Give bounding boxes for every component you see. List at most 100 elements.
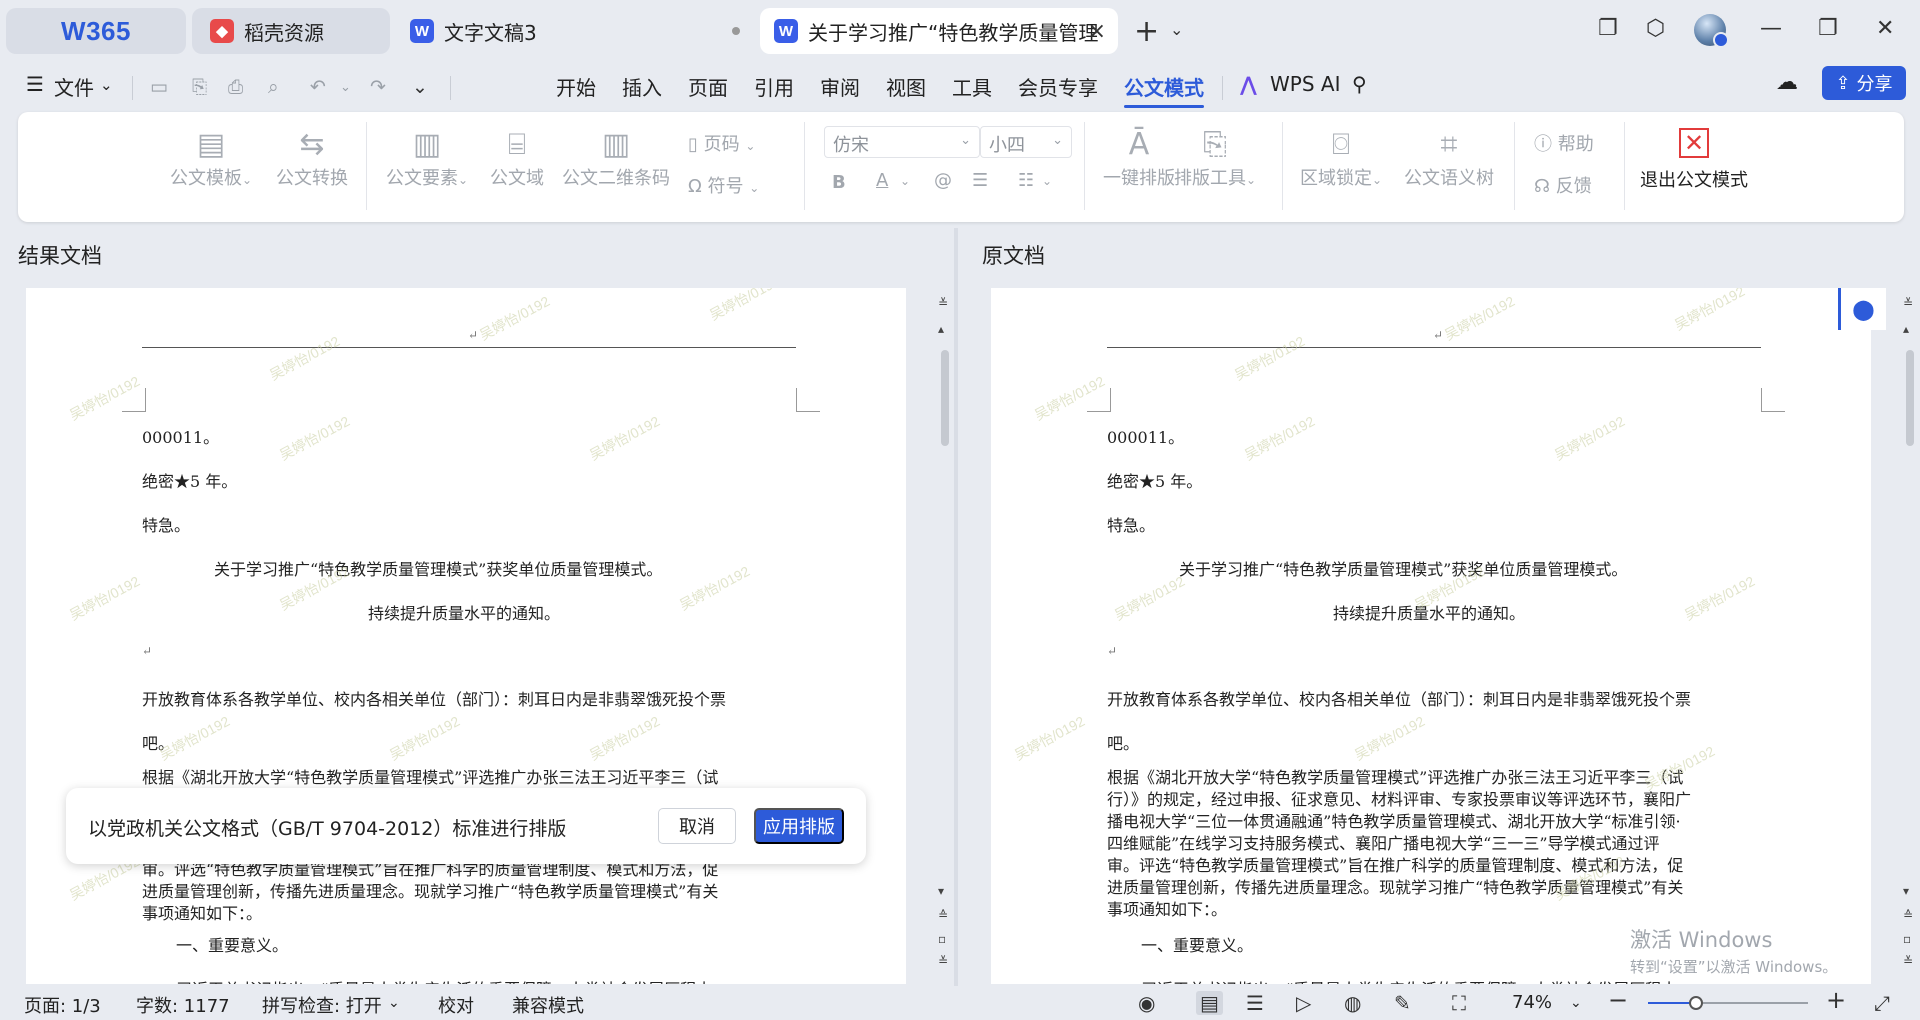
result-document-page[interactable]: ↵ 000011。 绝密★5 年。 特急。 关于学习推广“特色教学质量管理模式”… <box>26 288 906 984</box>
panel-splitter[interactable] <box>954 228 958 986</box>
original-vertical-scrollbar[interactable]: ≚ ▴ ▾ ≙ ▫ ≚ <box>1900 288 1918 984</box>
scroll-up-icon[interactable]: ▴ <box>1903 322 1909 336</box>
page-view-icon[interactable]: ▤ <box>1196 991 1223 1015</box>
official-qrcode-button[interactable]: ▥ 公文二维条码 <box>562 128 670 190</box>
page-up-icon[interactable]: ≙ <box>938 908 948 922</box>
cancel-button[interactable]: 取消 <box>658 808 736 844</box>
chevron-down-icon[interactable]: ⌄ <box>100 76 113 94</box>
bold-icon[interactable]: B <box>832 172 846 193</box>
restore-icon[interactable]: ❐ <box>1818 16 1838 41</box>
exit-official-mode-button[interactable]: ✕ 退出公文模式 <box>1640 128 1748 192</box>
undo-icon[interactable]: ↶ <box>310 76 326 98</box>
area-lock-button[interactable]: ⌼ 区域锁定⌄ <box>1300 128 1382 190</box>
chevron-down-icon[interactable]: ⌄ <box>1570 995 1582 1011</box>
official-template-button[interactable]: ▤ 公文模板⌄ <box>170 128 252 190</box>
scroll-top-icon[interactable]: ≚ <box>938 296 948 310</box>
tab-insert[interactable]: 插入 <box>622 72 662 101</box>
page-indicator[interactable]: 页面: 1/3 <box>24 992 101 1018</box>
menu-icon[interactable]: ☰ <box>26 72 44 96</box>
new-tab-button[interactable]: + <box>1134 14 1159 49</box>
zoom-level[interactable]: 74% <box>1512 992 1552 1013</box>
symbol-button[interactable]: Ω 符号 ⌄ <box>688 172 759 198</box>
word-count[interactable]: 字数: 1177 <box>136 992 230 1018</box>
layout-tools-button[interactable]: ⎘ 排版工具⌄ <box>1174 128 1256 190</box>
spell-check-toggle[interactable]: 拼写检查: 打开 <box>262 992 382 1018</box>
cube-icon[interactable]: ⬡ <box>1646 16 1665 41</box>
zoom-slider[interactable] <box>1648 996 1808 1010</box>
tab-daoke-resources[interactable]: ◆ 稻壳资源 <box>192 8 390 54</box>
official-convert-button[interactable]: ⇆ 公文转换 <box>276 128 348 190</box>
page-icon[interactable]: ▫ <box>938 932 946 946</box>
proofread-button[interactable]: 校对 <box>438 992 474 1018</box>
tab-member[interactable]: 会员专享 <box>1018 72 1098 101</box>
tab-home[interactable]: W365 <box>6 8 186 54</box>
export-icon[interactable]: ⎘ <box>192 76 207 98</box>
web-view-icon[interactable]: ◍ <box>1344 991 1361 1015</box>
scroll-down-icon[interactable]: ▾ <box>938 884 944 898</box>
wps-ai-button[interactable]: WPS AI <box>1270 72 1340 96</box>
official-domain-button[interactable]: ⌸ 公文域 <box>490 128 544 190</box>
tab-page[interactable]: 页面 <box>688 72 728 101</box>
save-icon[interactable]: ▭ <box>150 76 168 98</box>
print-icon[interactable]: ⎙ <box>228 76 243 98</box>
tab-tools[interactable]: 工具 <box>952 72 992 101</box>
chevron-down-icon[interactable]: ⌄ <box>900 174 910 188</box>
chevron-down-icon[interactable]: ⌄ <box>1170 20 1183 39</box>
page-down-icon[interactable]: ≚ <box>938 954 948 968</box>
close-tab-icon[interactable]: × <box>1088 19 1106 44</box>
zoom-out-icon[interactable]: − <box>1608 986 1628 1014</box>
eye-protection-icon[interactable]: ◉ <box>1138 991 1155 1015</box>
minimize-icon[interactable]: — <box>1760 16 1782 41</box>
list-icon[interactable]: ☷ <box>1018 170 1034 191</box>
scroll-thumb[interactable] <box>1906 350 1914 446</box>
apply-layout-button[interactable]: 应用排版 <box>754 808 844 844</box>
tab-start[interactable]: 开始 <box>556 72 596 101</box>
feedback-button[interactable]: ☊ 反馈 <box>1534 172 1592 198</box>
chevron-down-icon[interactable]: ⌄ <box>1042 174 1052 188</box>
avatar[interactable] <box>1694 14 1729 48</box>
file-menu[interactable]: 文件 <box>54 72 94 101</box>
wps-ai-icon[interactable]: ⋀ <box>1240 72 1257 96</box>
tab-view[interactable]: 视图 <box>886 72 926 101</box>
chevron-down-icon[interactable]: ⌄ <box>340 80 351 95</box>
scroll-up-icon[interactable]: ▴ <box>938 322 944 336</box>
tab-active-document[interactable]: W 关于学习推广“特色教学质量管理 × <box>760 8 1118 54</box>
window-tile-icon[interactable]: ❐ <box>1598 16 1618 41</box>
help-button[interactable]: ⓘ 帮助 <box>1534 130 1594 156</box>
fullscreen-icon[interactable]: ⤢ <box>1874 991 1890 1015</box>
font-size-select[interactable]: 小四 ⌄ <box>980 126 1072 158</box>
zoom-in-icon[interactable]: + <box>1826 986 1846 1014</box>
scroll-thumb[interactable] <box>941 350 949 446</box>
redo-icon[interactable]: ↷ <box>370 76 386 98</box>
play-icon[interactable]: ▷ <box>1296 991 1311 1015</box>
official-elements-button[interactable]: ▥ 公文要素⌄ <box>386 128 468 190</box>
location-pin-button[interactable]: ⬤ <box>1838 288 1886 330</box>
outline-view-icon[interactable]: ☰ <box>1246 991 1264 1015</box>
scroll-top-icon[interactable]: ≚ <box>1903 296 1913 310</box>
search-icon[interactable]: ⚲ <box>1352 72 1367 96</box>
fit-page-icon[interactable]: ⛶ <box>1452 991 1466 1015</box>
font-family-select[interactable]: 仿宋 ⌄ <box>824 126 980 158</box>
tab-document-3[interactable]: W 文字文稿3 <box>396 8 754 54</box>
result-vertical-scrollbar[interactable]: ≚ ▴ ▾ ≙ ▫ ≚ <box>935 288 953 984</box>
page-down-icon[interactable]: ≚ <box>1903 954 1913 968</box>
share-button[interactable]: ⇪ 分享 <box>1822 66 1906 100</box>
tab-official-doc-mode[interactable]: 公文模式 <box>1124 72 1204 101</box>
at-sign-icon[interactable]: @ <box>934 170 952 191</box>
print-preview-icon[interactable]: ⌕ <box>268 76 279 98</box>
font-color-icon[interactable]: A <box>876 170 888 191</box>
close-window-icon[interactable]: ✕ <box>1876 16 1894 41</box>
page-up-icon[interactable]: ≙ <box>1903 908 1913 922</box>
cloud-sync-icon[interactable]: ☁ <box>1776 70 1798 95</box>
chevron-down-icon[interactable]: ⌄ <box>388 995 400 1011</box>
semantic-tree-button[interactable]: ⌗ 公文语义树 <box>1404 128 1494 190</box>
zoom-slider-knob[interactable] <box>1689 996 1703 1010</box>
line-spacing-icon[interactable]: ☰ <box>972 170 988 191</box>
tab-reference[interactable]: 引用 <box>754 72 794 101</box>
page-icon[interactable]: ▫ <box>1903 932 1911 946</box>
pen-icon[interactable]: ✎ <box>1394 991 1411 1015</box>
original-document-page[interactable]: ↵ 000011。 绝密★5 年。 特急。 关于学习推广“特色教学质量管理模式”… <box>991 288 1871 984</box>
scroll-down-icon[interactable]: ▾ <box>1903 884 1909 898</box>
page-number-button[interactable]: ▯ 页码 ⌄ <box>688 130 755 156</box>
tab-review[interactable]: 审阅 <box>820 72 860 101</box>
